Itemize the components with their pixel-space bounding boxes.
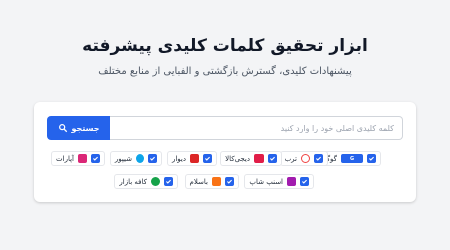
source-label-sheypoor: شیپور xyxy=(114,154,132,163)
digikala-logo-icon xyxy=(254,154,264,163)
source-checkbox-digikala[interactable] xyxy=(268,154,277,163)
source-checkbox-aparat[interactable] xyxy=(91,154,100,163)
torob-logo-icon xyxy=(301,154,310,163)
check-icon xyxy=(166,179,171,184)
source-chip-torob[interactable]: ترب xyxy=(279,151,328,166)
source-label-cafebazaar: کافه بازار xyxy=(119,177,147,186)
source-checkbox-google[interactable] xyxy=(367,154,376,163)
page: ابزار تحقیق کلمات کلیدی پیشرفته پیشنهادا… xyxy=(0,0,450,250)
source-chip-aparat[interactable]: آپارات xyxy=(51,151,105,166)
page-subtitle: پیشنهادات کلیدی، گسترش بازگشتی و الفبایی… xyxy=(98,66,352,77)
check-icon xyxy=(227,179,232,184)
check-icon xyxy=(369,156,374,161)
check-icon xyxy=(270,156,275,161)
source-chip-divar[interactable]: دیوار xyxy=(166,151,217,166)
divar-logo-icon xyxy=(190,154,199,163)
search-bar: جستجو xyxy=(47,116,403,140)
check-icon xyxy=(316,156,321,161)
check-icon xyxy=(93,156,98,161)
source-label-torob: ترب xyxy=(284,154,297,163)
basalam-logo-icon xyxy=(212,177,221,186)
source-checkbox-snappshop[interactable] xyxy=(300,177,309,186)
source-chip-cafebazaar[interactable]: کافه بازار xyxy=(114,174,178,189)
search-card: جستجو G گوگل ترب دیجی‌کالا دیوار شیپور xyxy=(34,102,416,202)
source-label-aparat: آپارات xyxy=(56,154,74,163)
source-checkbox-divar[interactable] xyxy=(203,154,212,163)
source-label-snappshop: اسنپ شاپ xyxy=(249,177,283,186)
search-icon xyxy=(58,124,67,133)
source-chip-sheypoor[interactable]: شیپور xyxy=(109,151,162,166)
check-icon xyxy=(150,156,155,161)
check-icon xyxy=(302,179,307,184)
page-title: ابزار تحقیق کلمات کلیدی پیشرفته xyxy=(82,36,368,56)
source-label-divar: دیوار xyxy=(171,154,186,163)
sheypoor-logo-icon xyxy=(136,154,144,163)
source-chip-basalam[interactable]: باسلام xyxy=(184,174,239,189)
source-chip-digikala[interactable]: دیجی‌کالا xyxy=(220,151,282,166)
source-checkbox-cafebazaar[interactable] xyxy=(164,177,173,186)
source-checkbox-sheypoor[interactable] xyxy=(148,154,157,163)
source-checkbox-basalam[interactable] xyxy=(225,177,234,186)
source-label-digikala: دیجی‌کالا xyxy=(225,154,250,163)
cafebazaar-logo-icon xyxy=(151,177,160,186)
aparat-logo-icon xyxy=(78,154,87,163)
source-checkbox-torob[interactable] xyxy=(314,154,323,163)
snappshop-logo-icon xyxy=(287,177,296,186)
source-label-basalam: باسلام xyxy=(189,177,208,186)
search-input[interactable] xyxy=(110,116,403,140)
source-chip-snappshop[interactable]: اسنپ شاپ xyxy=(244,174,314,189)
search-button-label: جستجو xyxy=(71,123,100,133)
check-icon xyxy=(205,156,210,161)
google-logo-icon: G xyxy=(341,154,363,163)
search-button[interactable]: جستجو xyxy=(47,116,110,140)
